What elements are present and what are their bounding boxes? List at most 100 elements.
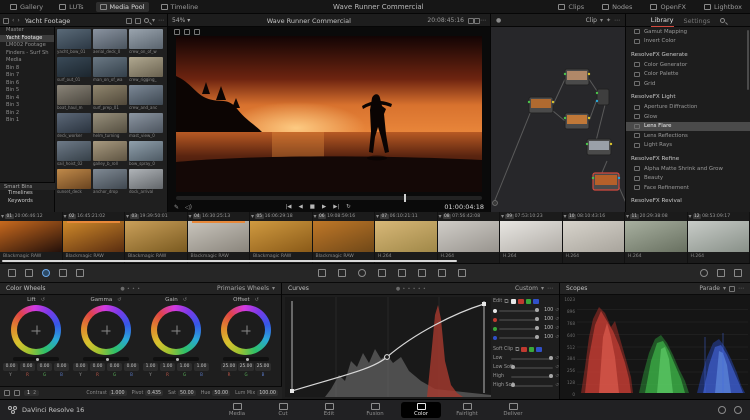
fx-scrollbar[interactable] <box>747 30 749 90</box>
scope-more-icon[interactable]: ⋯ <box>738 285 744 292</box>
media-clip[interactable]: mast_view_0 <box>129 113 164 139</box>
scope-expand-icon[interactable] <box>729 286 735 292</box>
gamma-r-value[interactable]: 0.00 <box>90 363 106 371</box>
bin-item[interactable]: Media <box>0 57 54 65</box>
fx-library-item[interactable]: Invert Color <box>626 37 750 47</box>
viewer-playhead[interactable] <box>404 194 406 202</box>
timeline-clip[interactable]: ▾ 02 16:45:21:02 Blackmagic RAW <box>63 212 126 263</box>
media-clip-thumbnail[interactable] <box>57 29 91 49</box>
media-clip[interactable]: crew_and_anc <box>129 85 164 111</box>
g-intensity-slider[interactable] <box>499 328 539 330</box>
window-shape-icon[interactable] <box>358 269 366 277</box>
wheels-pagination[interactable]: 1 2 <box>24 390 39 396</box>
blue-channel-button[interactable] <box>533 299 539 305</box>
lift-color-ring[interactable] <box>11 305 61 355</box>
list-view-icon[interactable] <box>135 18 141 24</box>
timeline-clip[interactable]: ▾ 01 20:06:46:12 Blackmagic RAW <box>0 212 63 263</box>
curve-point-mid[interactable] <box>385 355 390 360</box>
media-clip[interactable]: yacht_bow_01 <box>57 29 92 55</box>
smart-bin-item[interactable]: Timelines <box>0 190 55 198</box>
gain-reset-icon[interactable]: ↺ <box>183 297 187 303</box>
lift-crosshair[interactable] <box>32 326 41 335</box>
pointer-tool-icon[interactable] <box>338 269 346 277</box>
sort-chevron-icon[interactable]: ▾ <box>152 17 155 24</box>
softclip-blue-button[interactable] <box>536 347 542 353</box>
media-clip-thumbnail[interactable] <box>129 85 163 105</box>
offset-b-value[interactable]: 25.00 <box>255 363 271 371</box>
page-button[interactable]: Fairlight <box>447 402 487 418</box>
more-options-icon[interactable]: ⋯ <box>158 17 164 24</box>
timeline-clip[interactable]: ▾ 08 07:56:42:08 H.264 <box>438 212 501 263</box>
key-palette-icon[interactable] <box>438 269 446 277</box>
curve-point-low[interactable] <box>290 389 294 393</box>
media-clip[interactable]: crew_rigging_ <box>129 57 164 83</box>
fx-library-item[interactable]: ResolveFX Revival <box>626 196 750 207</box>
timeline-clip-thumbnail[interactable] <box>375 221 437 252</box>
media-clip-thumbnail[interactable] <box>57 141 91 161</box>
gain-color-ring[interactable] <box>151 305 201 355</box>
lift-y-value[interactable]: 0.00 <box>3 363 19 371</box>
media-clip[interactable]: helm_turning <box>93 113 128 139</box>
timeline-clip-thumbnail[interactable] <box>500 221 562 252</box>
bin-item[interactable]: Bin 4 <box>0 95 54 103</box>
timeline-clip-thumbnail[interactable] <box>125 221 187 252</box>
fx-library-item[interactable]: ResolveFX Generate <box>626 49 750 60</box>
page-button[interactable]: Fusion <box>355 402 395 418</box>
workspace-toggle-button[interactable]: Gallery <box>6 2 47 12</box>
timeline-clip[interactable]: ▾ 12 08:53:09:17 H.264 <box>688 212 750 263</box>
fx-library-item[interactable]: ResolveFX Light <box>626 92 750 103</box>
media-clip[interactable]: man_on_of_wa <box>93 57 128 83</box>
timeline-view-icon[interactable] <box>25 269 33 277</box>
auto-balance-icon[interactable] <box>4 390 10 396</box>
fx-library-item[interactable]: Beauty <box>626 174 750 184</box>
page-button[interactable]: Edit <box>309 402 349 418</box>
media-clip-thumbnail[interactable] <box>93 169 127 189</box>
offset-color-ring[interactable] <box>221 305 271 355</box>
fx-library-item[interactable]: Aperture Diffraction <box>626 103 750 113</box>
y-reset-icon[interactable]: ↺ <box>555 308 559 313</box>
offset-r-value[interactable]: 25.00 <box>221 363 237 371</box>
corrector-node-04[interactable] <box>586 139 612 155</box>
import-media-icon[interactable] <box>3 18 9 24</box>
high-slider[interactable] <box>511 376 553 378</box>
low-slider[interactable] <box>511 358 553 360</box>
media-clip[interactable]: dock_arrival <box>129 169 164 195</box>
media-clip[interactable]: bow_spray_0 <box>129 141 164 167</box>
adjustment-control[interactable]: Hue 50.00 <box>201 390 230 396</box>
media-clip[interactable]: deck_worker <box>57 113 92 139</box>
annotate-pen-icon[interactable]: ✎ <box>174 204 179 211</box>
luma-channel-button[interactable] <box>511 299 517 305</box>
keyframe-panel-icon[interactable] <box>700 269 708 277</box>
panel-toggle-button[interactable]: Clips <box>554 2 588 12</box>
picker-icon[interactable] <box>14 390 20 396</box>
fx-library-item[interactable]: Color Generator <box>626 60 750 70</box>
media-clip-thumbnail[interactable] <box>57 169 91 189</box>
media-clip[interactable]: sail_hoist_02 <box>57 141 92 167</box>
timeline-clip-thumbnail[interactable] <box>625 221 687 252</box>
adjustment-control[interactable]: Lum Mix 100.00 <box>235 390 278 396</box>
fx-library-item[interactable]: Face Refinement <box>626 183 750 193</box>
adjustment-control[interactable]: Contrast 1.000 <box>86 390 126 396</box>
lift-reset-icon[interactable]: ↺ <box>41 297 45 303</box>
search-icon[interactable] <box>144 18 149 23</box>
timeline-clip-thumbnail[interactable] <box>0 221 62 252</box>
media-clip-thumbnail[interactable] <box>129 169 163 189</box>
fx-search-icon[interactable] <box>720 18 725 23</box>
clip-filter-icon[interactable] <box>8 269 16 277</box>
settings-gear-icon[interactable] <box>734 406 742 414</box>
go-to-start-button[interactable]: |◀ <box>285 204 291 210</box>
r-intensity-slider[interactable] <box>499 319 539 321</box>
wheels-mode-dropdown[interactable]: Primaries Wheels▾ <box>217 285 275 292</box>
media-clip-thumbnail[interactable] <box>93 141 127 161</box>
fx-library-item[interactable]: Alpha Matte Shrink and Grow <box>626 164 750 174</box>
playhead-link-icon[interactable] <box>42 269 50 277</box>
low-soft-reset-icon[interactable]: ↺ <box>555 365 559 370</box>
media-clip-thumbnail[interactable] <box>93 113 127 133</box>
fx-library-item[interactable]: Gamut Mapping <box>626 27 750 37</box>
user-account-icon[interactable] <box>718 406 726 414</box>
softclip-red-button[interactable] <box>521 347 527 353</box>
media-clip-thumbnail[interactable] <box>93 85 127 105</box>
media-clip-thumbnail[interactable] <box>129 113 163 133</box>
bin-item[interactable]: Bin 7 <box>0 72 54 80</box>
bin-item[interactable]: Finders - Surf Sh <box>0 50 54 58</box>
